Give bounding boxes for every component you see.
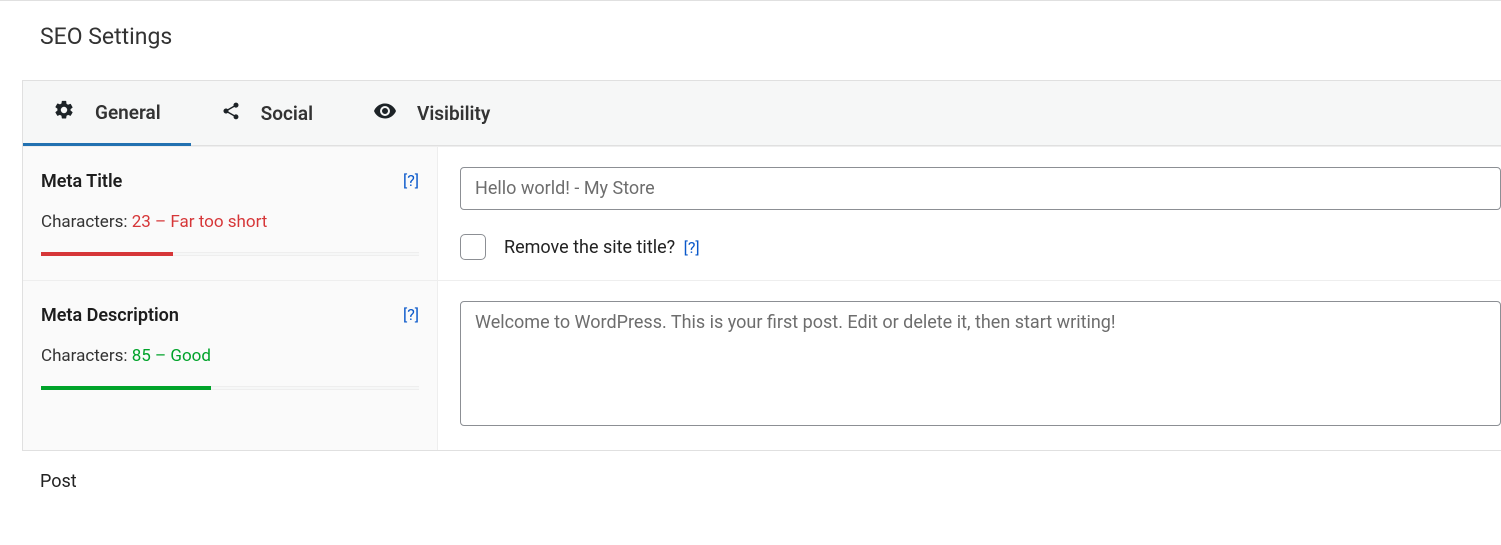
eye-icon <box>373 99 397 128</box>
meta-title-gauge <box>41 252 419 256</box>
meta-description-label: Meta Description <box>41 305 179 326</box>
meta-description-gauge <box>41 386 419 390</box>
chars-rating: 85 – Good <box>132 346 211 366</box>
gauge-fill <box>41 386 211 390</box>
share-icon <box>221 101 241 126</box>
meta-description-char-counter: Characters: 85 – Good <box>41 346 419 366</box>
tab-label: General <box>95 101 161 124</box>
tab-visibility[interactable]: Visibility <box>343 81 520 145</box>
help-icon[interactable]: [?] <box>684 238 700 257</box>
tab-label: Visibility <box>417 102 490 125</box>
tab-social[interactable]: Social <box>191 81 343 145</box>
help-icon[interactable]: [?] <box>403 305 419 324</box>
gauge-fill <box>41 252 173 256</box>
help-icon[interactable]: [?] <box>403 171 419 190</box>
remove-site-title-checkbox[interactable] <box>460 234 486 260</box>
gear-icon <box>53 99 75 126</box>
meta-description-textarea[interactable] <box>460 301 1501 426</box>
meta-title-label: Meta Title <box>41 171 122 192</box>
panel-title: SEO Settings <box>0 1 1501 80</box>
checkbox-label: Remove the site title? [?] <box>504 237 700 258</box>
tab-general[interactable]: General <box>23 81 191 146</box>
chars-prefix: Characters: <box>41 212 132 232</box>
tab-bar: General Social Visibility <box>23 81 1501 146</box>
chars-rating: 23 – Far too short <box>132 212 268 232</box>
row-meta-title: Meta Title [?] Characters: 23 – Far too … <box>23 146 1501 280</box>
meta-title-input[interactable] <box>460 167 1501 210</box>
footer-post-label: Post <box>40 471 1501 492</box>
row-meta-description: Meta Description [?] Characters: 85 – Go… <box>23 280 1501 450</box>
tab-label: Social <box>261 102 313 125</box>
meta-title-char-counter: Characters: 23 – Far too short <box>41 212 419 232</box>
seo-metabox: General Social Visibility Meta Title <box>22 80 1501 451</box>
chars-prefix: Characters: <box>41 346 132 366</box>
